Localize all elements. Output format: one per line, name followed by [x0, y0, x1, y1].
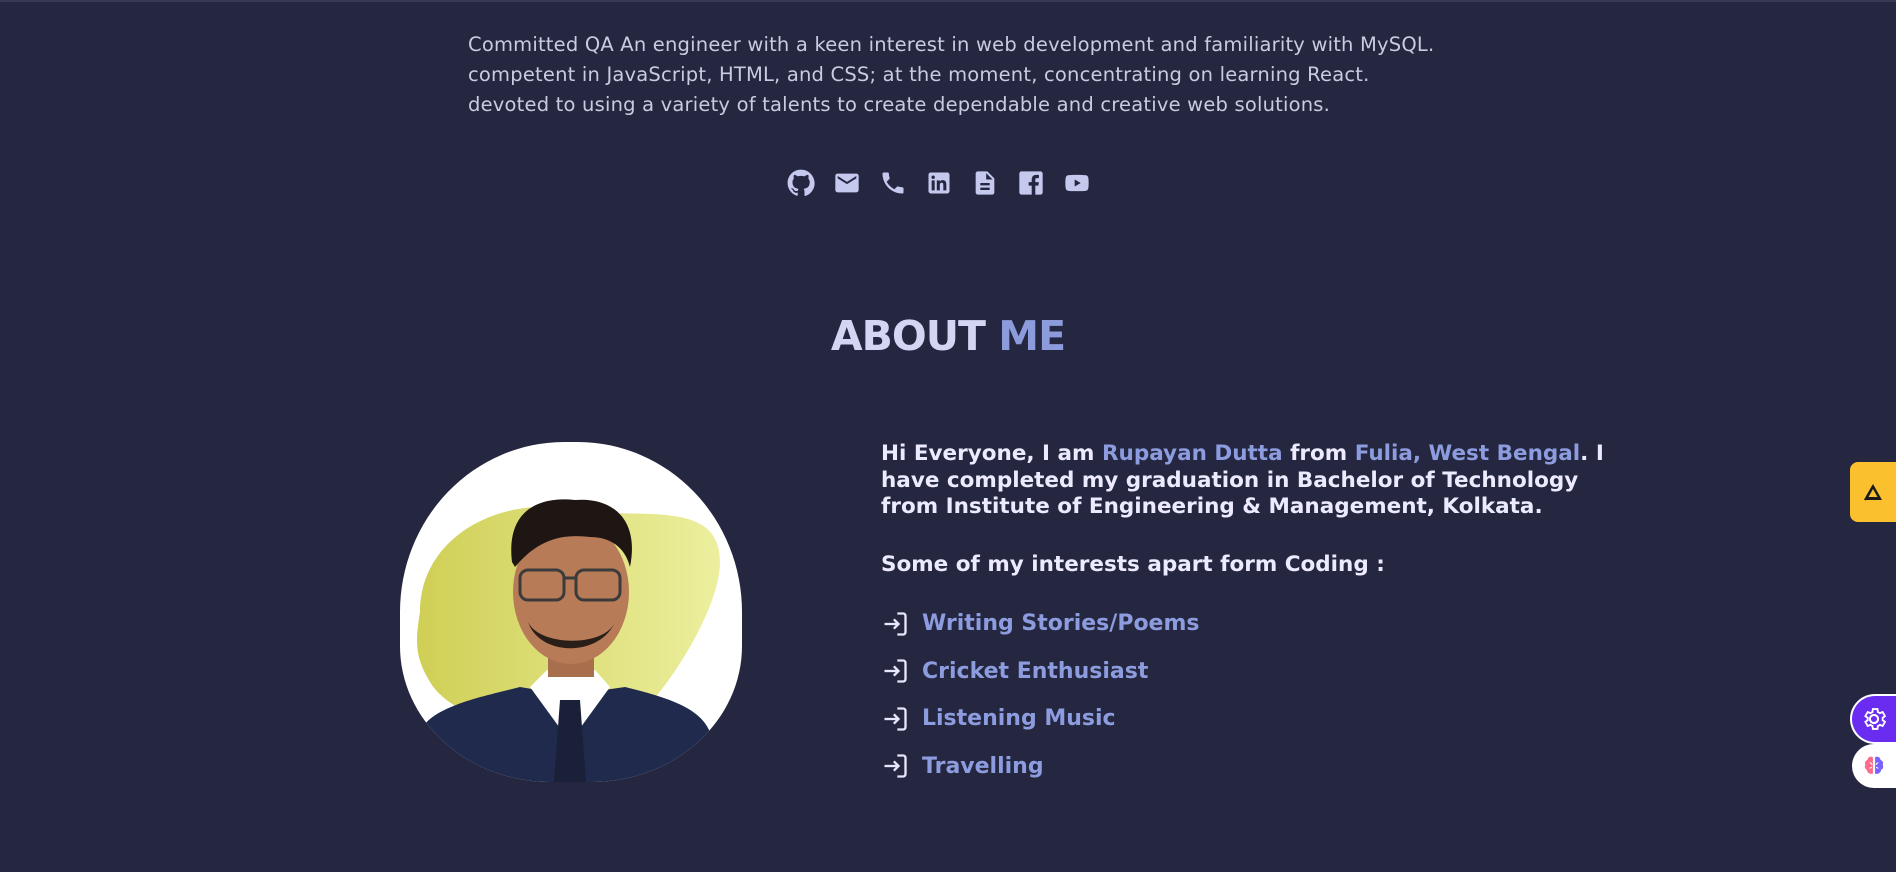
arrow-right-icon	[881, 752, 909, 780]
document-icon	[975, 171, 995, 195]
resume-link[interactable]	[970, 168, 1000, 198]
facebook-icon	[1019, 171, 1043, 195]
interest-label: Travelling	[922, 753, 1044, 779]
intro-line: devoted to using a variety of talents to…	[468, 93, 1331, 116]
list-item: Listening Music	[881, 695, 1200, 743]
interests-list: Writing Stories/Poems Cricket Enthusiast…	[881, 600, 1200, 790]
interest-label: Listening Music	[922, 706, 1116, 732]
list-item: Travelling	[881, 743, 1200, 791]
github-icon	[787, 169, 815, 196]
sidebar-widget-button[interactable]	[1850, 462, 1896, 522]
github-link[interactable]	[786, 168, 816, 198]
interests-heading: Some of my interests apart form Coding :	[881, 552, 1385, 577]
youtube-icon	[1065, 174, 1089, 192]
phone-icon	[882, 172, 904, 194]
phone-link[interactable]	[878, 168, 908, 198]
intro-line: Committed QA An engineer with a keen int…	[468, 33, 1435, 56]
brain-icon	[1864, 756, 1884, 774]
bio-name: Rupayan Dutta	[1101, 441, 1283, 466]
linkedin-link[interactable]	[924, 168, 954, 198]
about-heading-part1: ABOUT	[830, 312, 986, 360]
intro-text: Committed QA An engineer with a keen int…	[468, 30, 1468, 120]
triangle-logo-icon	[1864, 484, 1882, 501]
bio-location: Fulia, West Bengal	[1354, 441, 1581, 466]
mail-icon	[835, 173, 859, 193]
email-link[interactable]	[832, 168, 862, 198]
bio-from: from	[1282, 441, 1355, 466]
youtube-link[interactable]	[1062, 168, 1092, 198]
facebook-link[interactable]	[1016, 168, 1046, 198]
arrow-right-icon	[881, 657, 909, 685]
settings-widget-button[interactable]	[1852, 696, 1896, 742]
profile-photo	[400, 442, 742, 782]
linkedin-icon	[928, 172, 950, 194]
ai-widget-button[interactable]	[1852, 744, 1896, 788]
about-heading-part2: ME	[998, 312, 1066, 360]
interest-label: Writing Stories/Poems	[922, 611, 1200, 637]
list-item: Cricket Enthusiast	[881, 648, 1200, 696]
interest-label: Cricket Enthusiast	[922, 658, 1149, 684]
arrow-right-icon	[881, 610, 909, 638]
social-links	[786, 168, 1092, 198]
bio-intro: Hi Everyone, I am	[881, 441, 1102, 466]
list-item: Writing Stories/Poems	[881, 600, 1200, 648]
top-divider	[0, 0, 1896, 2]
portrait-illustration	[417, 499, 720, 782]
intro-line: competent in JavaScript, HTML, and CSS; …	[468, 63, 1370, 86]
about-bio: Hi Everyone, I am Rupayan Dutta from Ful…	[881, 441, 1641, 521]
arrow-right-icon	[881, 705, 909, 733]
about-heading: ABOUT ME	[0, 312, 1896, 360]
gear-icon	[1864, 708, 1887, 730]
